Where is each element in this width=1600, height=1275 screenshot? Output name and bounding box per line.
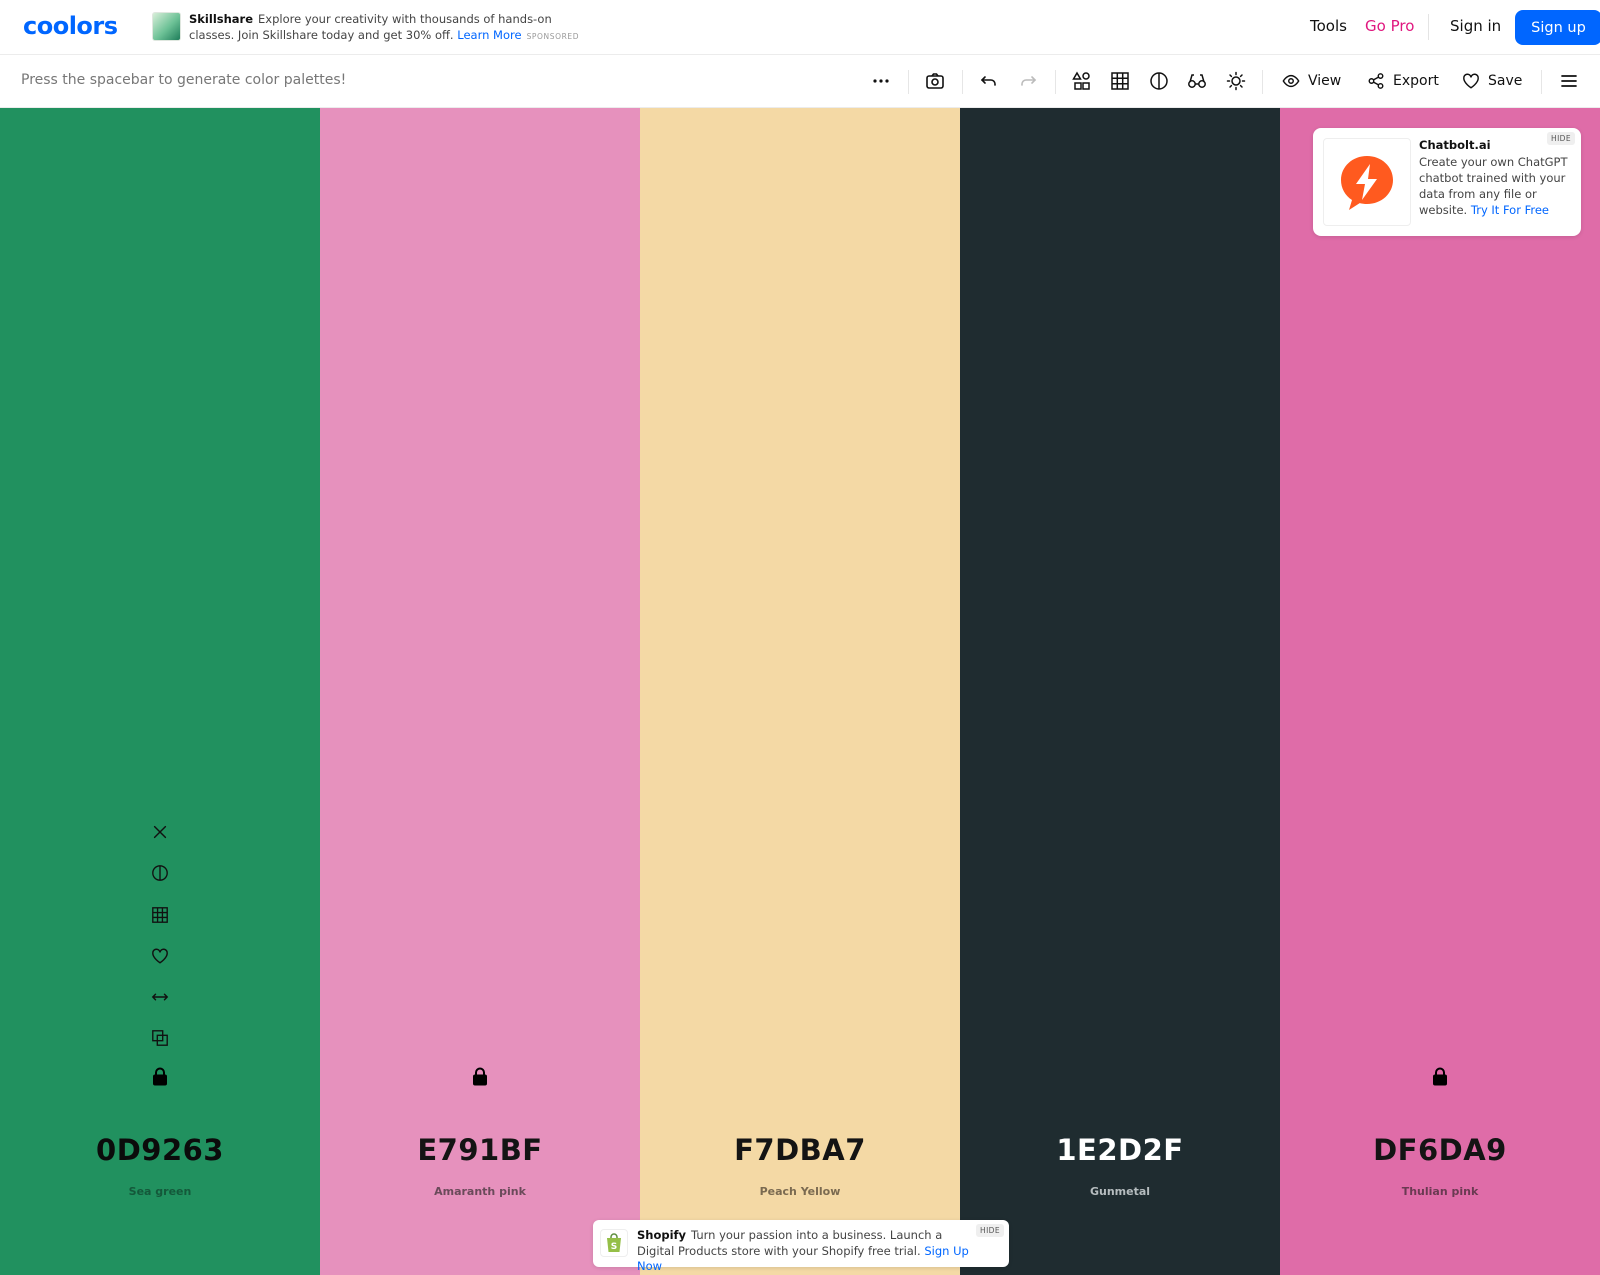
color-name[interactable]: Sea green [0,1185,320,1198]
sponsor-text: Skillshare Explore your creativity with t… [189,12,589,44]
lock-icon[interactable] [470,1066,490,1086]
chatbolt-ad-body: Create your own ChatGPT chatbot trained … [1419,154,1575,218]
nav-tools-link[interactable]: Tools [1310,17,1347,35]
column-tools [149,821,171,1069]
color-hex-code[interactable]: DF6DA9 [1280,1133,1600,1167]
lock-icon[interactable] [150,1066,170,1086]
view-label: View [1308,73,1342,89]
toolbar-divider [1541,70,1542,94]
sign-up-button[interactable]: Sign up [1515,10,1600,45]
svg-text:S: S [611,1242,617,1252]
shapes-icon[interactable] [1070,69,1094,93]
color-column[interactable]: E791BF Amaranth pink [320,108,640,1275]
color-name[interactable]: Peach Yellow [640,1185,960,1198]
color-column[interactable]: 1E2D2F Gunmetal [960,108,1280,1275]
lock-button[interactable] [150,1066,170,1086]
chatbolt-logo[interactable] [1323,138,1411,226]
save-label: Save [1488,73,1523,89]
drag-arrows-icon[interactable] [149,986,171,1008]
color-column[interactable]: DF6DA9 Thulian pink [1280,108,1600,1275]
undo-icon[interactable] [977,69,1001,93]
eye-icon [1282,74,1300,88]
color-column[interactable]: F7DBA7 Peach Yellow [640,108,960,1275]
sun-icon[interactable] [1224,69,1248,93]
heart-icon [1463,73,1479,89]
menu-icon[interactable] [1557,69,1581,93]
contrast-icon[interactable] [1147,69,1171,93]
toolbar-divider [1262,70,1263,94]
save-button[interactable]: Save [1462,68,1522,94]
hide-shopify-ad-button[interactable]: HIDE [976,1224,1004,1237]
sponsor-learn-more-link[interactable]: Learn More [457,28,521,42]
generator-toolbar: Press the spacebar to generate color pal… [0,55,1600,108]
color-column[interactable]: 0D9263 Sea green [0,108,320,1275]
coolors-logo[interactable]: coolors [23,12,118,40]
hide-chatbolt-ad-button[interactable]: HIDE [1547,132,1575,145]
grid-icon[interactable] [1108,69,1132,93]
export-button[interactable]: Export [1367,68,1439,94]
lock-icon[interactable] [1430,1066,1450,1086]
camera-icon[interactable] [923,69,947,93]
toolbar-divider [1055,70,1056,94]
lock-button[interactable] [470,1066,490,1086]
shopify-ad-title: Shopify [637,1228,687,1242]
shopping-bag-icon: S [607,1233,621,1252]
sponsor-name: Skillshare [189,12,254,26]
view-button[interactable]: View [1282,68,1341,94]
contrast-icon[interactable] [149,862,171,884]
color-name[interactable]: Amaranth pink [320,1185,640,1198]
nav-divider [1428,14,1429,40]
chatbolt-ad-title: Chatbolt.ai [1419,138,1491,152]
shades-grid-icon[interactable] [149,904,171,926]
try-it-free-link[interactable]: Try It For Free [1471,203,1549,217]
more-options-icon[interactable] [869,69,893,93]
palette: 0D9263 Sea green E791BF Amaranth pink F7DBA7… [0,108,1600,1275]
close-icon[interactable] [149,821,171,843]
color-hex-code[interactable]: 1E2D2F [960,1133,1280,1167]
share-icon [1368,73,1384,89]
color-hex-code[interactable]: 0D9263 [0,1133,320,1167]
glasses-icon[interactable] [1185,69,1209,93]
lock-button[interactable] [1430,1066,1450,1086]
color-name[interactable]: Gunmetal [960,1185,1280,1198]
export-label: Export [1393,73,1439,89]
redo-icon[interactable] [1016,69,1040,93]
color-hex-code[interactable]: E791BF [320,1133,640,1167]
chatbolt-ad[interactable]: Chatbolt.ai Create your own ChatGPT chat… [1313,128,1581,236]
spacebar-hint: Press the spacebar to generate color pal… [21,72,347,88]
top-header: coolors Skillshare Explore your creativit… [0,0,1600,55]
shopify-logo[interactable]: S [600,1229,628,1257]
shopify-ad-text: Shopify Turn your passion into a business… [637,1228,982,1275]
lightning-bubble-icon [1341,156,1393,210]
color-hex-code[interactable]: F7DBA7 [640,1133,960,1167]
sign-in-link[interactable]: Sign in [1450,17,1501,35]
toolbar-divider [962,70,963,94]
shopify-ad[interactable]: S Shopify Turn your passion into a busine… [593,1220,1009,1273]
color-name[interactable]: Thulian pink [1280,1185,1600,1198]
heart-icon[interactable] [149,945,171,967]
nav-go-pro-link[interactable]: Go Pro [1365,17,1414,35]
toolbar-divider [908,70,909,94]
sponsored-tag: SPONSORED [526,31,580,41]
copy-icon[interactable] [149,1027,171,1049]
skillshare-thumbnail[interactable] [152,12,181,41]
